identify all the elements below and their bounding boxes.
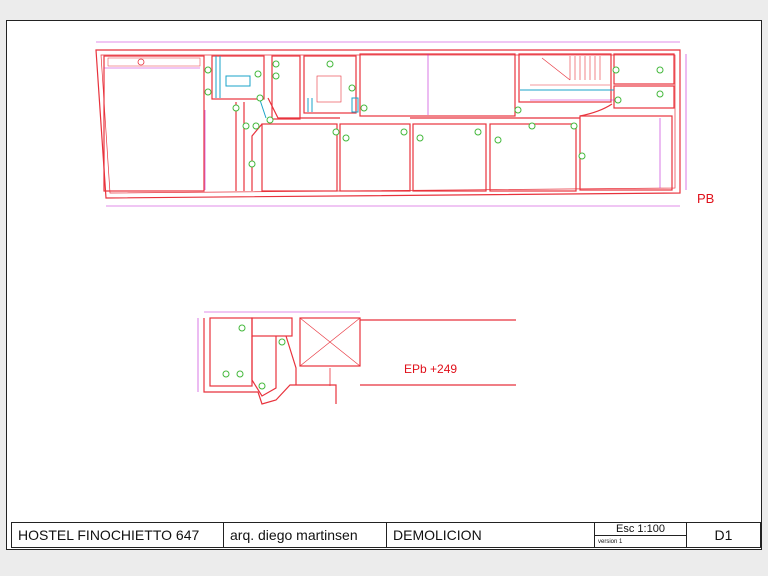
room-11 [489,123,577,192]
version-label: version 1 [598,539,623,545]
floor-plan-drawing: PB EPb +249 [95,41,714,405]
room-5 [359,53,516,117]
scale-version-cell: Esc 1:100 version 1 [595,523,687,547]
room-9 [339,123,411,192]
architect-name: arq. diego martinsen [224,523,387,547]
demolition-markers [204,60,664,168]
mezzanine-label: EPb +249 [404,362,457,376]
mezzanine-plan [203,317,516,405]
room-1 [103,55,205,192]
room-12 [579,115,673,191]
room-10 [412,123,487,192]
room-7 [613,85,675,109]
title-block: HOSTEL FINOCHIETTO 647 arq. diego martin… [11,522,761,548]
sheet-number: D1 [714,527,733,543]
project-name: HOSTEL FINOCHIETTO 647 [12,523,224,547]
scale-label: Esc 1:100 [595,523,686,536]
staircase [518,53,612,103]
ground-floor-plan [95,49,681,199]
room-6 [613,53,675,85]
mezzanine-dimensions [197,311,360,392]
room-8 [261,123,338,192]
ground-floor-label: PB [697,191,714,206]
sheet-type: DEMOLICION [387,523,595,547]
